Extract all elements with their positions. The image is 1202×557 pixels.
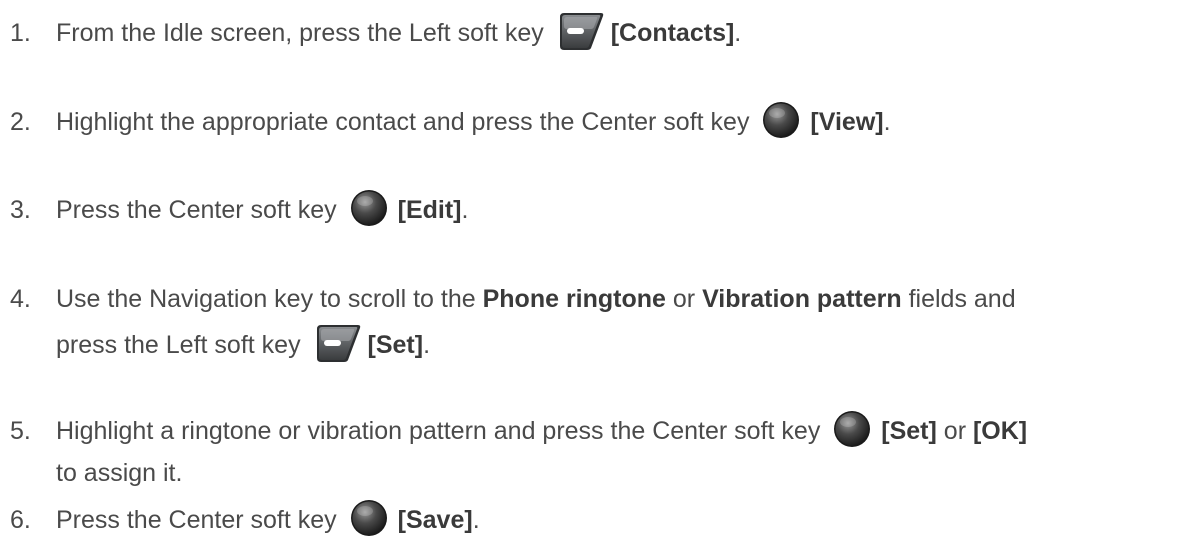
center-soft-key-icon [833, 410, 871, 448]
left-soft-key-icon [557, 11, 605, 51]
step-punctuation: . [883, 108, 891, 136]
action-label: [Edit] [397, 196, 462, 224]
step-6: 6. Press the Center soft key [Save]. [10, 500, 480, 540]
step-instruction: From the Idle screen, press the Left sof… [56, 19, 544, 47]
step-instruction: Press the Center soft key [56, 506, 337, 534]
step-text: Use the Navigation key to scroll to the … [56, 279, 1016, 366]
action-label: [Set] [881, 417, 937, 445]
step-instruction: Highlight a ringtone or vibration patter… [56, 417, 821, 445]
step-number: 5. [10, 417, 31, 445]
step-number: 6. [10, 506, 31, 534]
step-instruction-tail: to assign it. [56, 459, 183, 488]
step-number: 4. [10, 285, 31, 313]
field-name-vibration-pattern: Vibration pattern [702, 285, 902, 313]
action-label: [Set] [367, 331, 424, 359]
left-soft-key-icon [314, 323, 362, 363]
step-punctuation: . [472, 506, 480, 534]
step-punctuation: . [461, 196, 469, 224]
step-instruction: Press the Center soft key [56, 196, 337, 224]
step-instruction-tail: fields and [908, 285, 1016, 313]
center-soft-key-icon [350, 189, 388, 227]
step-punctuation: . [423, 331, 431, 359]
step-instruction: press the Left soft key [56, 331, 301, 359]
step-3: 3. Press the Center soft key [Edit]. [10, 190, 468, 230]
step-number: 3. [10, 196, 31, 224]
action-label: [Contacts] [610, 19, 735, 47]
step-4: 4. Use the Navigation key to scroll to t… [10, 279, 1016, 366]
step-text: Press the Center soft key [Save]. [56, 500, 480, 540]
step-punctuation: . [734, 19, 742, 47]
step-instruction: Use the Navigation key to scroll to the [56, 285, 476, 313]
step-number: 2. [10, 108, 31, 136]
step-number: 1. [10, 19, 31, 47]
action-label: [View] [810, 108, 884, 136]
action-label: [Save] [397, 506, 473, 534]
step-text: Highlight the appropriate contact and pr… [56, 102, 891, 142]
step-1: 1. From the Idle screen, press the Left … [10, 13, 741, 54]
center-soft-key-icon [762, 101, 800, 139]
step-connector: or [672, 285, 696, 313]
center-soft-key-icon [350, 499, 388, 537]
step-connector: or [943, 417, 967, 445]
step-instruction: Highlight the appropriate contact and pr… [56, 108, 750, 136]
step-2: 2. Highlight the appropriate contact and… [10, 102, 891, 142]
step-text: Highlight a ringtone or vibration patter… [56, 411, 1027, 493]
action-label-alt: [OK] [972, 417, 1028, 445]
step-text: Press the Center soft key [Edit]. [56, 190, 468, 230]
step-5: 5. Highlight a ringtone or vibration pat… [10, 411, 1027, 493]
step-text: From the Idle screen, press the Left sof… [56, 13, 741, 54]
field-name-phone-ringtone: Phone ringtone [482, 285, 666, 313]
